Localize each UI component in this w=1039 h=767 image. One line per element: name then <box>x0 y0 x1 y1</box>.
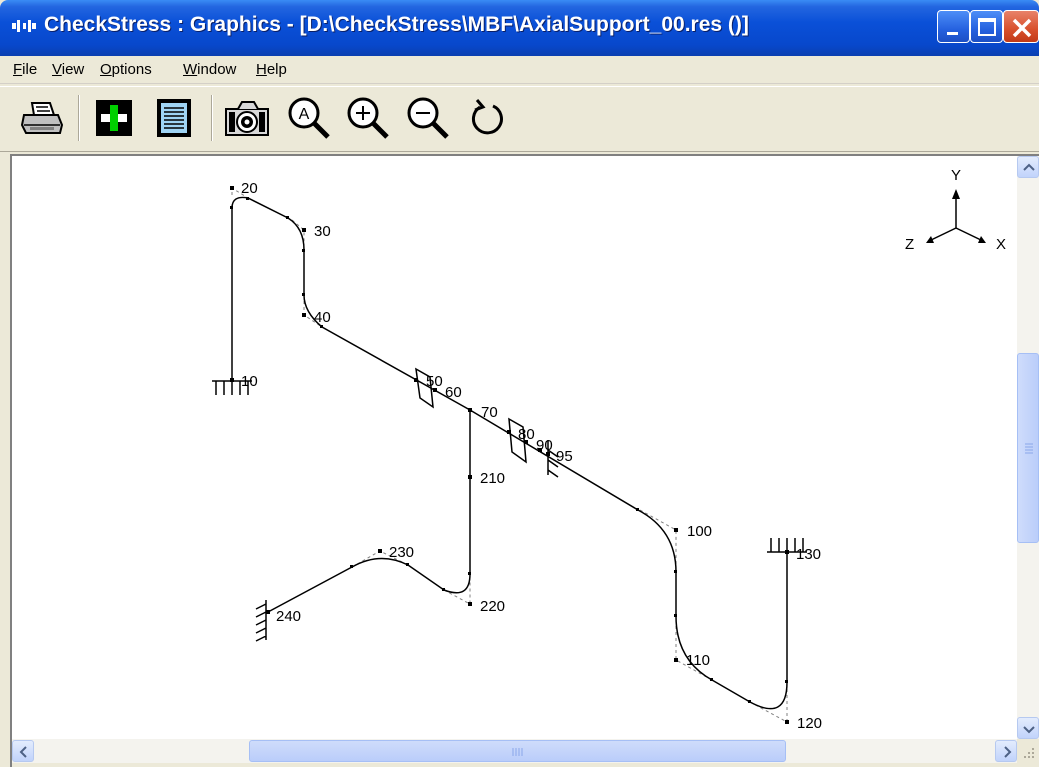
node-label: 95 <box>556 448 573 465</box>
axis-z-label: Z <box>905 236 914 253</box>
graphics-canvas[interactable]: 20 30 40 10 50 60 70 80 90 95 210 100 13… <box>12 156 1017 739</box>
close-button[interactable] <box>1003 10 1039 43</box>
maximize-button[interactable] <box>970 10 1003 43</box>
toolbar-separator <box>78 95 80 141</box>
node-label: 50 <box>426 373 443 390</box>
window-title: CheckStress : Graphics - [D:\CheckStress… <box>44 13 749 36</box>
menu-view[interactable]: View <box>52 61 84 78</box>
menu-window[interactable]: Window <box>183 61 236 78</box>
menu-accelerator: V <box>52 61 62 78</box>
pipe-model: 20 30 40 10 50 60 70 80 90 95 210 100 13… <box>212 167 1006 732</box>
scroll-right-button[interactable] <box>995 740 1017 762</box>
node-label: 230 <box>389 544 414 561</box>
menu-bar: File View Options Window Help <box>0 56 1039 84</box>
node-toggle-icon[interactable] <box>92 95 138 141</box>
vertical-scrollbar[interactable] <box>1017 156 1039 739</box>
node-label: 30 <box>314 223 331 240</box>
camera-icon[interactable] <box>224 95 270 141</box>
menu-accelerator: F <box>13 61 23 78</box>
report-icon[interactable] <box>152 95 198 141</box>
rotate-icon[interactable] <box>465 95 511 141</box>
node-label: 20 <box>241 180 258 197</box>
menu-options[interactable]: Options <box>100 61 152 78</box>
axis-y-label: Y <box>951 167 961 184</box>
menu-file[interactable]: File <box>13 61 37 78</box>
minimize-button[interactable] <box>937 10 970 43</box>
app-icon[interactable] <box>10 14 38 38</box>
node-label: 210 <box>480 470 505 487</box>
scroll-thumb-horizontal[interactable] <box>249 740 786 762</box>
horizontal-scrollbar[interactable] <box>12 739 1017 763</box>
menu-help[interactable]: Help <box>256 61 287 78</box>
node-label: 90 <box>536 437 553 454</box>
scroll-up-button[interactable] <box>1017 156 1039 178</box>
size-grip[interactable] <box>1017 739 1039 763</box>
node-label: 10 <box>241 373 258 390</box>
zoom-all-icon[interactable]: A <box>286 95 332 141</box>
node-labels: 20 30 40 10 50 60 70 80 90 95 210 100 13… <box>241 180 822 732</box>
node-label: 220 <box>480 598 505 615</box>
node-label: 240 <box>276 608 301 625</box>
node-label: 70 <box>481 404 498 421</box>
scroll-down-button[interactable] <box>1017 717 1039 739</box>
printer-icon[interactable] <box>20 95 66 141</box>
menu-accelerator: W <box>183 61 198 78</box>
node-label: 80 <box>518 426 535 443</box>
construction-lines <box>231 187 788 723</box>
node-label: 60 <box>445 384 462 401</box>
node-label: 110 <box>686 652 710 669</box>
svg-text:A: A <box>299 106 310 123</box>
scroll-thumb-vertical[interactable] <box>1017 353 1039 543</box>
axis-triad <box>926 189 986 243</box>
title-bar[interactable]: CheckStress : Graphics - [D:\CheckStress… <box>0 0 1039 56</box>
node-label: 100 <box>687 523 712 540</box>
node-label: 120 <box>797 715 822 732</box>
zoom-in-icon[interactable] <box>345 95 391 141</box>
toolbar-separator <box>211 95 213 141</box>
node-label: 130 <box>796 546 821 563</box>
pipe-path <box>231 196 788 710</box>
scroll-left-button[interactable] <box>12 740 34 762</box>
node-label: 40 <box>314 309 331 326</box>
menu-accelerator: O <box>100 61 112 78</box>
menu-accelerator: H <box>256 61 267 78</box>
node-markers <box>230 186 789 724</box>
axis-x-label: X <box>996 236 1006 253</box>
toolbar: A <box>0 86 1039 152</box>
zoom-out-icon[interactable] <box>405 95 451 141</box>
